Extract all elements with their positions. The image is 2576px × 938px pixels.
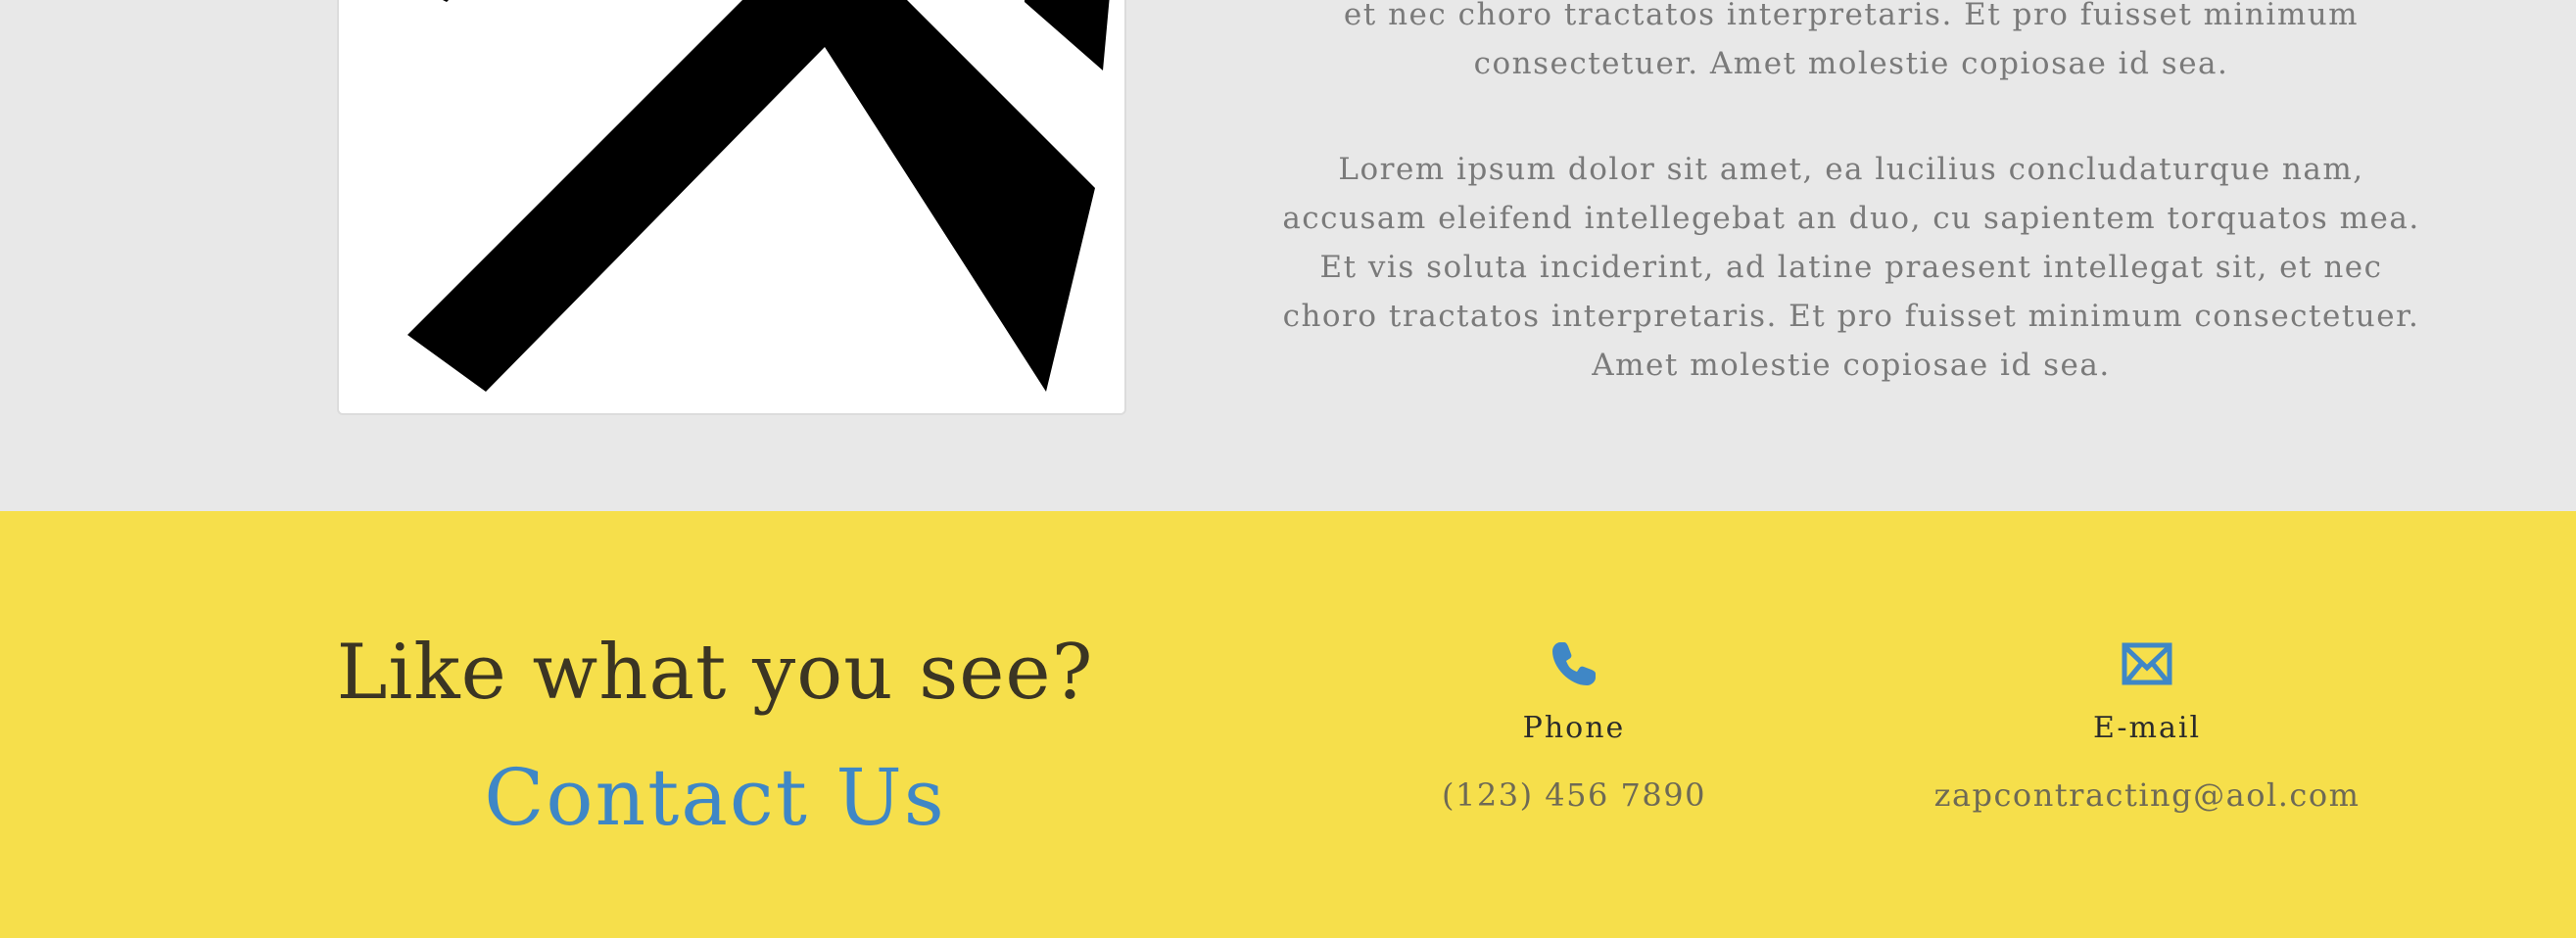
logo-x-top-right — [1025, 0, 1110, 70]
email-address[interactable]: zapcontracting@aol.com — [1873, 776, 2421, 814]
phone-label: Phone — [1522, 711, 1626, 745]
email-block: E-mail zapcontracting@aol.com — [1873, 636, 2421, 814]
page: et nec choro tractatos interpretaris. Et… — [0, 0, 2576, 938]
contact-us-link[interactable]: Contact Us — [323, 752, 1107, 843]
phone-block: Phone (123) 456 7890 — [1300, 636, 1848, 814]
phone-number[interactable]: (123) 456 7890 — [1300, 776, 1848, 814]
logo-x-shape — [407, 0, 1095, 392]
about-paragraph: Lorem ipsum dolor sit amet, ea lucilius … — [1282, 152, 2420, 383]
company-logo — [407, 0, 1110, 392]
contact-band: Like what you see? Contact Us Phone (123… — [0, 511, 2576, 938]
about-text: et nec choro tractatos interpretaris. Et… — [1273, 0, 2429, 446]
mail-icon — [2122, 642, 2172, 685]
about-section: et nec choro tractatos interpretaris. Et… — [0, 0, 2576, 511]
logo-card — [337, 0, 1126, 415]
logo-x-top-left — [443, 0, 449, 2]
phone-icon — [1552, 642, 1596, 685]
about-paragraph-partial: et nec choro tractatos interpretaris. Et… — [1343, 0, 2360, 81]
email-label: E-mail — [2092, 711, 2202, 745]
cta-heading: Like what you see? — [336, 629, 1094, 717]
